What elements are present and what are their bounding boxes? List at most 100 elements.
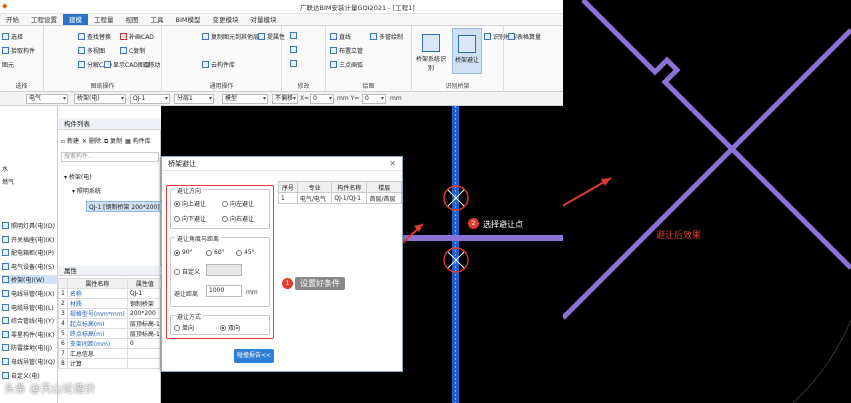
tree-root[interactable]: ▾ 桥架(电)	[64, 172, 92, 181]
cad-icon	[120, 33, 127, 40]
table-row[interactable]: 2 材质 钢制桥架	[58, 298, 163, 309]
radio-angle-60[interactable]: 60°	[206, 249, 225, 256]
nav-item-icon	[2, 262, 9, 270]
table-cell: 支架间距(mm)	[66, 338, 128, 349]
bridge-system-identify-button[interactable]: 桥架系统识别	[416, 28, 446, 74]
line-icon	[330, 33, 337, 40]
supplement-cad-button[interactable]: 补画CAD	[120, 32, 154, 41]
modify-tool-2[interactable]	[290, 46, 297, 53]
mode-select[interactable]: 模型	[222, 94, 268, 104]
discipline-select[interactable]: 电气	[26, 94, 68, 104]
nav-item[interactable]: 照明灯具(电)(D)	[2, 221, 55, 230]
nav-item[interactable]: 开关插座(电)(K)	[2, 235, 54, 244]
ribbon-group-identify-bridge: 桥架系统识别 桥架避让 识别桥架 识别桥架	[412, 26, 517, 92]
multi-view-button[interactable]: 多视图	[78, 46, 105, 55]
menu-tab[interactable]: 变更模块	[206, 14, 244, 25]
table-row[interactable]: 6 支架间距(mm) 0	[58, 338, 163, 349]
pick-component-button[interactable]: 拾取构件	[2, 46, 35, 55]
properties-header-row: 属性名称 属性值	[58, 278, 163, 289]
table-row[interactable]: 7 汇总信息	[58, 348, 163, 359]
report-header-cell: 构件名称	[331, 181, 368, 193]
table-row[interactable]: 5 终点标高(m) 层顶标高-1	[58, 328, 163, 339]
place-riser-button[interactable]: 布置立管	[330, 46, 363, 55]
nav-item[interactable]: 配电箱柜(电)(P)	[2, 248, 54, 257]
cloud-icon	[202, 61, 209, 68]
nav-item[interactable]: 综合管线(电)(Y)	[2, 316, 54, 325]
collision-report-table: 序号 专业 构件名称 楼层 1 电气/电气 QJ-1/QJ-1 首层/首层	[278, 181, 402, 204]
distance-input[interactable]: 1000	[206, 285, 242, 297]
component-list-panel: 构件列表 ▫ 新建 ✕ 删除 ⧉ 复制 ▦ 构件库 搜索构件... ▾ 桥架(电…	[58, 118, 163, 266]
layer-select[interactable]: 分层1	[174, 94, 214, 104]
three-point-arc-button[interactable]: 三点画弧	[330, 60, 363, 69]
y-input[interactable]: 0	[362, 94, 386, 104]
table-row[interactable]: 4 起点标高(m) 层顶标高-1	[58, 318, 163, 329]
library-button[interactable]: ▦ 构件库	[125, 136, 151, 146]
radio-angle-90[interactable]: 90°	[174, 249, 193, 256]
collision-report-button[interactable]: 碰撞报告<<	[234, 349, 274, 363]
nav-item[interactable]: 电线导管(电)(X)	[2, 289, 54, 298]
nav-item[interactable]: 电缆导管(电)(L)	[2, 303, 54, 312]
tree-leaf-qj1[interactable]: QJ-1 [钢制桥架 200*200]	[86, 201, 163, 212]
menu-bar: 开始 工程设置 建模 工程量 视图 工具 BIM模型 变更模块 对量模块	[0, 14, 563, 26]
component-select[interactable]: QJ-1	[130, 94, 170, 104]
copy-button[interactable]: ⧉ 复制	[104, 136, 122, 146]
cloud-library-button[interactable]: 云构件库	[202, 60, 235, 69]
radio-angle-custom[interactable]: 自定义	[174, 267, 200, 276]
line-button[interactable]: 直线	[330, 32, 351, 41]
menu-tab[interactable]: BIM模型	[170, 14, 207, 25]
c-move-button[interactable]: C移动	[144, 60, 160, 69]
radio-avoid-down[interactable]: 向下避让	[174, 214, 206, 223]
menu-tab[interactable]: 工程设置	[25, 14, 63, 25]
table-row[interactable]: 3 规格型号(mm*mm) 200*200	[58, 308, 163, 319]
nav-top-item[interactable]: 水	[2, 164, 8, 173]
close-icon[interactable]: ✕	[389, 159, 396, 168]
table-cell: 6	[58, 338, 68, 349]
new-button[interactable]: ▫ 新建	[61, 136, 79, 146]
nav-item[interactable]: 自定义(电)	[2, 371, 40, 380]
modify-tool-1[interactable]	[290, 32, 297, 39]
nav-top-item[interactable]: 燃气	[2, 177, 14, 186]
offset-select[interactable]: 不偏移	[272, 94, 298, 104]
radio-mode-single[interactable]: 单向	[174, 323, 194, 332]
bridge-avoid-button[interactable]: 桥架避让	[452, 28, 482, 74]
component-search-input[interactable]: 搜索构件...	[61, 152, 159, 162]
radio-angle-45[interactable]: 45°	[236, 249, 255, 256]
table-cell: 1	[58, 288, 68, 299]
radio-avoid-right[interactable]: 向右避让	[222, 214, 254, 223]
table-row[interactable]: 1 名称 QJ-1	[58, 288, 163, 299]
menu-tab[interactable]: 工程量	[88, 14, 120, 25]
menu-tab[interactable]: 对量模块	[244, 14, 282, 25]
menu-tab[interactable]: 开始	[0, 14, 25, 25]
table-row[interactable]: 8 计算	[58, 358, 163, 369]
element-button[interactable]: 图元	[2, 60, 14, 69]
radio-mode-double[interactable]: 双向	[220, 323, 240, 332]
radio-avoid-left[interactable]: 向左避让	[222, 199, 254, 208]
ribbon-group-modify: 修改	[282, 26, 326, 92]
nav-item[interactable]: 母线导管(电)(Q)	[2, 357, 55, 366]
tree-system[interactable]: ▾ 照明系统	[72, 186, 101, 195]
multi-pipe-button[interactable]: 多管绘制	[370, 32, 403, 41]
result-drawing	[563, 0, 851, 403]
extract-props-button[interactable]: 提属性	[258, 32, 285, 41]
type-select[interactable]: 桥架(电)	[74, 94, 126, 104]
radio-avoid-up[interactable]: 向上避让	[174, 199, 206, 208]
table-calc-button[interactable]: 表格算量	[508, 32, 541, 41]
nav-item[interactable]: 电气设备(电)(S)	[2, 262, 54, 271]
nav-item-icon	[2, 235, 9, 243]
modify-tool-3[interactable]	[290, 60, 297, 67]
nav-item[interactable]: 零星构件(电)(K)	[2, 330, 54, 339]
menu-tab[interactable]: 视图	[120, 14, 145, 25]
menu-tab[interactable]: 工具	[145, 14, 170, 25]
find-replace-button[interactable]: 查找替换	[78, 32, 111, 41]
nav-item[interactable]: 防雷接地(电)(J)	[2, 343, 52, 352]
copy-to-layer-button[interactable]: 复制图元到其他层	[202, 32, 259, 41]
c-copy-button[interactable]: C复制	[120, 46, 145, 55]
x-input[interactable]: 0	[310, 94, 334, 104]
table-row[interactable]: 1 电气/电气 QJ-1/QJ-1 首层/首层	[278, 192, 402, 204]
table-cell: 电气/电气	[296, 192, 333, 204]
delete-button[interactable]: ✕ 删除	[82, 136, 101, 146]
menu-tab[interactable]: 建模	[63, 14, 88, 25]
select-button[interactable]: 选择	[2, 32, 23, 41]
nav-item[interactable]: 桥架(电)(W)	[2, 275, 58, 285]
table-cell: 首层/首层	[366, 192, 402, 204]
